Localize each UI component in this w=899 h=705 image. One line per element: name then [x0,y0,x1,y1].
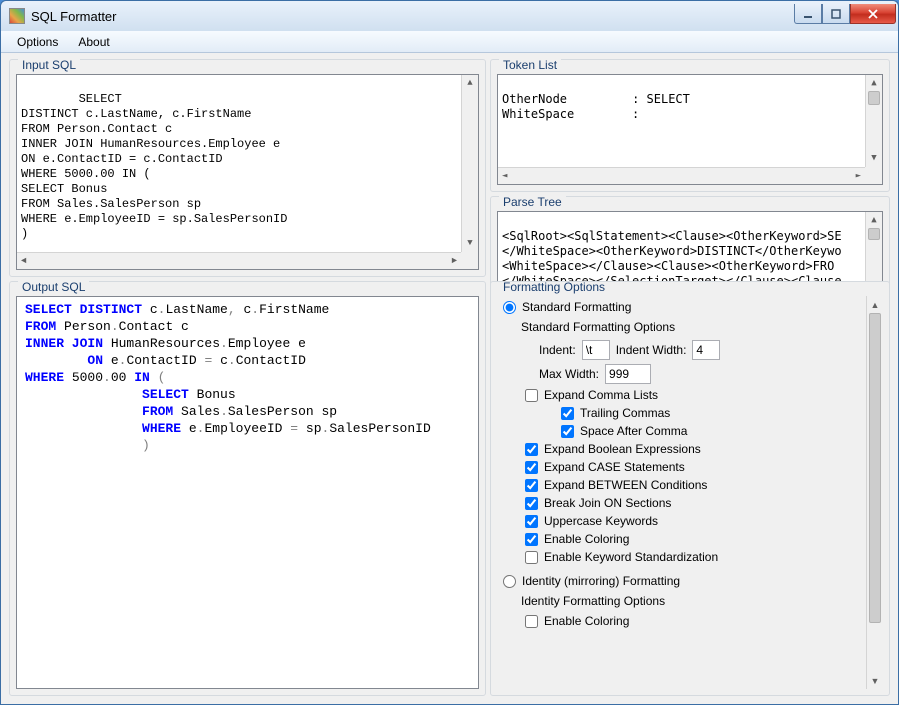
checkbox-enable-coloring[interactable] [525,533,538,546]
checkbox-space-after-comma[interactable] [561,425,574,438]
menu-about[interactable]: About [68,33,119,51]
radio-identity-input[interactable] [503,575,516,588]
label-space-after-comma: Space After Comma [580,424,687,438]
check-expand-case[interactable]: Expand CASE Statements [521,458,865,476]
label-identity-coloring: Enable Coloring [544,614,629,628]
checkbox-expand-case[interactable] [525,461,538,474]
input-sql-textarea[interactable]: SELECT DISTINCT c.LastName, c.FirstName … [16,74,479,270]
formatting-options-group: Formatting Options Standard Formatting S… [490,281,890,696]
menu-options[interactable]: Options [7,33,68,51]
checkbox-identity-coloring[interactable] [525,615,538,628]
standard-options-header: Standard Formatting Options [521,316,865,338]
scroll-down-icon[interactable]: ▼ [867,672,883,689]
content-area: Input SQL SELECT DISTINCT c.LastName, c.… [1,53,898,704]
token-list-text[interactable]: OtherNode : SELECT WhiteSpace : ▲ ▼ ◄► [497,74,883,185]
parse-line: <SqlRoot><SqlStatement><Clause><OtherKey… [502,229,842,243]
check-enable-coloring[interactable]: Enable Coloring [521,530,865,548]
label-break-join: Break Join ON Sections [544,496,671,510]
check-uppercase[interactable]: Uppercase Keywords [521,512,865,530]
radio-identity-formatting[interactable]: Identity (mirroring) Formatting [499,572,865,590]
minimize-button[interactable] [794,4,822,24]
scroll-down-icon[interactable]: ▼ [866,150,882,167]
label-expand-between: Expand BETWEEN Conditions [544,478,707,492]
parse-line: <WhiteSpace></Clause><Clause><OtherKeywo… [502,259,834,273]
max-width-row: Max Width: [539,362,865,386]
checkbox-expand-boolean[interactable] [525,443,538,456]
label-enable-std: Enable Keyword Standardization [544,550,718,564]
indent-width-input[interactable] [692,340,720,360]
check-break-join[interactable]: Break Join ON Sections [521,494,865,512]
scrollbar-vertical[interactable]: ▲ ▼ [865,75,882,167]
radio-identity-label: Identity (mirroring) Formatting [522,574,680,588]
scroll-down-icon[interactable]: ▼ [462,235,478,252]
token-list-group: Token List OtherNode : SELECT WhiteSpace… [490,59,890,192]
scrollbar-horizontal[interactable]: ◄► [498,167,865,184]
output-sql-title: Output SQL [18,280,89,294]
label-trailing-commas: Trailing Commas [580,406,670,420]
input-sql-text: SELECT DISTINCT c.LastName, c.FirstName … [21,92,287,241]
checkbox-enable-std[interactable] [525,551,538,564]
input-sql-group: Input SQL SELECT DISTINCT c.LastName, c.… [9,59,486,277]
radio-standard-label: Standard Formatting [522,300,631,314]
token-row: OtherNode : SELECT [502,92,690,106]
radio-standard-formatting[interactable]: Standard Formatting [499,298,865,316]
app-window: SQL Formatter Options About Input SQL SE… [0,0,899,705]
output-sql-group: Output SQL SELECT DISTINCT c.LastName, c… [9,281,486,696]
check-identity-coloring[interactable]: Enable Coloring [521,612,865,630]
output-sql-textarea[interactable]: SELECT DISTINCT c.LastName, c.FirstNameF… [16,296,479,689]
right-top-column: Token List OtherNode : SELECT WhiteSpace… [490,59,890,277]
app-icon [9,8,25,24]
checkbox-break-join[interactable] [525,497,538,510]
titlebar[interactable]: SQL Formatter [1,1,898,31]
label-enable-coloring: Enable Coloring [544,532,629,546]
radio-standard-input[interactable] [503,301,516,314]
check-expand-boolean[interactable]: Expand Boolean Expressions [521,440,865,458]
close-button[interactable] [850,4,896,24]
indent-width-label: Indent Width: [616,343,687,357]
check-trailing-commas[interactable]: Trailing Commas [521,404,865,422]
parse-line: </WhiteSpace><OtherKeyword>DISTINCT</Oth… [502,244,842,258]
scroll-thumb[interactable] [869,313,881,623]
checkbox-trailing-commas[interactable] [561,407,574,420]
parse-tree-title: Parse Tree [499,195,566,209]
identity-options-header: Identity Formatting Options [521,590,865,612]
max-width-label: Max Width: [539,367,599,381]
check-expand-comma[interactable]: Expand Comma Lists [521,386,865,404]
scrollbar-vertical[interactable]: ▲ ▼ [866,296,883,689]
scroll-thumb[interactable] [868,228,880,240]
label-expand-boolean: Expand Boolean Expressions [544,442,701,456]
token-row: WhiteSpace : [502,107,647,121]
label-expand-case: Expand CASE Statements [544,460,685,474]
scroll-thumb[interactable] [868,91,880,105]
checkbox-uppercase[interactable] [525,515,538,528]
label-uppercase: Uppercase Keywords [544,514,658,528]
input-sql-title: Input SQL [18,58,80,72]
window-controls [794,4,896,24]
menubar: Options About [1,31,898,53]
formatting-options-panel: Standard Formatting Standard Formatting … [497,296,883,689]
max-width-input[interactable] [605,364,651,384]
scrollbar-horizontal[interactable]: ◄► [17,252,461,269]
scroll-up-icon[interactable]: ▲ [866,75,882,92]
identity-options-block: Identity Formatting Options Enable Color… [499,590,865,630]
checkbox-expand-between[interactable] [525,479,538,492]
scroll-up-icon[interactable]: ▲ [866,212,882,229]
label-expand-comma: Expand Comma Lists [544,388,658,402]
indent-row: Indent: Indent Width: [539,338,865,362]
token-list-title: Token List [499,58,561,72]
scroll-up-icon[interactable]: ▲ [462,75,478,92]
check-space-after-comma[interactable]: Space After Comma [521,422,865,440]
maximize-button[interactable] [822,4,850,24]
standard-options-block: Standard Formatting Options Indent: Inde… [499,316,865,566]
scroll-up-icon[interactable]: ▲ [867,296,883,313]
indent-input[interactable] [582,340,610,360]
checkbox-expand-comma[interactable] [525,389,538,402]
scrollbar-vertical[interactable]: ▲ ▼ [461,75,478,252]
check-enable-std[interactable]: Enable Keyword Standardization [521,548,865,566]
window-title: SQL Formatter [31,9,116,24]
indent-label: Indent: [539,343,576,357]
check-expand-between[interactable]: Expand BETWEEN Conditions [521,476,865,494]
formatting-options-title: Formatting Options [499,281,609,294]
